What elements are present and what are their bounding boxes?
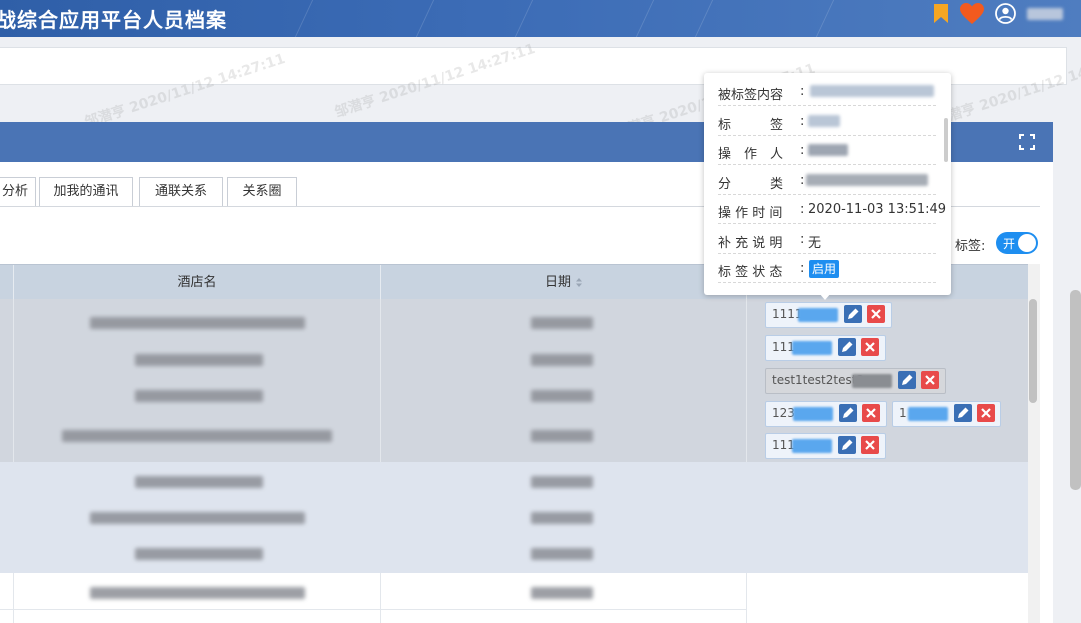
status-badge: 启用	[809, 260, 840, 278]
note-value: 无	[808, 236, 822, 251]
edit-icon[interactable]	[838, 436, 856, 454]
delete-icon[interactable]	[861, 436, 879, 454]
tab-analysis[interactable]: 分析	[0, 177, 36, 207]
tab-contacts[interactable]: 加我的通讯	[39, 177, 133, 207]
popover-row-category: 分 类:	[718, 165, 936, 195]
delete-icon[interactable]	[867, 305, 885, 323]
tag-detail-popover: 被标签内容: 标 签: 操 作 人: 分 类: 操 作 时 间: 2020-11…	[704, 73, 951, 295]
top-header: 战综合应用平台人员档案	[0, 0, 1081, 37]
tag-switch-label: 标签:	[955, 239, 986, 254]
toggle-state: 开	[1003, 237, 1016, 251]
user-icon[interactable]	[995, 3, 1016, 24]
popover-row-content: 被标签内容:	[718, 76, 936, 106]
fullscreen-icon[interactable]	[1019, 134, 1035, 150]
delete-icon[interactable]	[977, 404, 995, 422]
tag-chip-disabled[interactable]: test1test2test3	[765, 368, 946, 394]
edit-icon[interactable]	[839, 404, 857, 422]
app-title: 战综合应用平台人员档案	[0, 8, 227, 32]
page-scroll-thumb[interactable]	[1070, 290, 1081, 490]
tab-call-relation[interactable]: 通联关系	[139, 177, 223, 207]
tag-toggle[interactable]: 开	[996, 232, 1038, 254]
column-header-date[interactable]: 日期	[381, 265, 747, 300]
popover-row-operator: 操 作 人:	[718, 135, 936, 165]
sort-icon	[576, 278, 582, 287]
tag-chip[interactable]: 111	[765, 335, 886, 361]
tag-chip[interactable]: 1	[892, 401, 1001, 427]
popover-row-note: 补 充 说 明: 无	[718, 224, 936, 254]
tab-relation-circle[interactable]: 关系圈	[227, 177, 297, 207]
heart-icon[interactable]	[960, 3, 984, 25]
popover-row-tag: 标 签:	[718, 106, 936, 136]
table-row[interactable]	[0, 462, 1028, 573]
delete-icon[interactable]	[921, 371, 939, 389]
column-header-blank	[0, 265, 14, 300]
popover-arrow	[819, 293, 831, 300]
tag-chip[interactable]: 1111	[765, 302, 892, 328]
delete-icon[interactable]	[862, 404, 880, 422]
edit-icon[interactable]	[954, 404, 972, 422]
delete-icon[interactable]	[861, 338, 879, 356]
bookmark-icon[interactable]	[934, 4, 948, 23]
tag-chip[interactable]: 111	[765, 433, 886, 459]
operation-time: 2020-11-03 13:51:49	[808, 202, 947, 217]
edit-icon[interactable]	[844, 305, 862, 323]
column-header-hotel: 酒店名	[14, 265, 381, 300]
popover-row-time: 操 作 时 间: 2020-11-03 13:51:49	[718, 194, 946, 224]
username-masked[interactable]	[1027, 8, 1063, 20]
tag-chip[interactable]: 123	[765, 401, 887, 427]
table-scroll-thumb[interactable]	[1029, 299, 1037, 403]
edit-icon[interactable]	[838, 338, 856, 356]
popover-row-status: 标 签 状 态: 启用	[718, 253, 936, 283]
table-row[interactable]	[0, 573, 1028, 623]
edit-icon[interactable]	[898, 371, 916, 389]
popover-scrollbar[interactable]	[944, 118, 948, 162]
